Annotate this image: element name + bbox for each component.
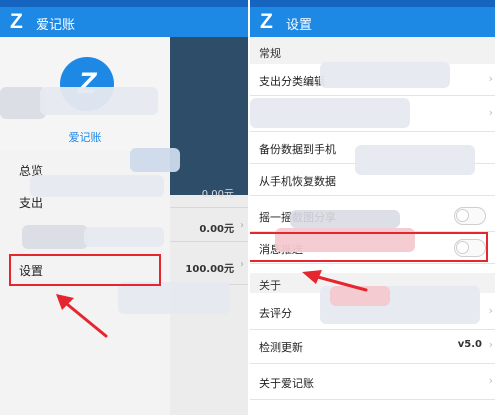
chevron-right-icon: ›: [488, 106, 493, 119]
setting-label: 去评分: [259, 307, 292, 320]
red-arrow-icon: [56, 294, 108, 338]
blurred-region: [118, 282, 230, 314]
version-value: v5.0: [457, 339, 482, 350]
setting-label: 支出分类编辑: [259, 75, 325, 88]
divider: [170, 241, 248, 242]
app-bar-title: 设置: [286, 18, 313, 33]
blurred-region: [30, 175, 164, 197]
highlight-box: [250, 232, 488, 262]
toggle-knob: [456, 209, 469, 222]
app-logo-icon[interactable]: Z: [260, 10, 273, 34]
red-arrow-icon: [302, 270, 368, 292]
app-bar: Z 设置: [250, 7, 495, 37]
setting-label: 检测更新: [259, 341, 303, 354]
shake-share-toggle[interactable]: [454, 207, 486, 225]
right-screen: Z 设置 常规 支出分类编辑 › › 备份数据到手机 从手机恢复数据 摇一摇截图…: [250, 0, 495, 415]
left-screen: Z 爱记账 0.00元 0.00元 › 100.00元 › Z 爱记账 总览 支…: [0, 0, 248, 415]
section-title: 关于: [259, 279, 281, 292]
drawer-app-name: 爱记账: [68, 131, 102, 144]
chevron-right-icon: ›: [240, 259, 244, 270]
setting-label: 备份数据到手机: [259, 143, 336, 156]
app-bar-title: 爱记账: [36, 18, 76, 33]
blurred-region: [130, 148, 180, 172]
blurred-region: [290, 210, 400, 228]
background-amount: 100.00元: [185, 264, 234, 275]
screenshot-root: Z 爱记账 0.00元 0.00元 › 100.00元 › Z 爱记账 总览 支…: [0, 0, 495, 415]
chevron-right-icon: ›: [488, 374, 493, 387]
blurred-region: [40, 87, 158, 115]
background-app-content: 0.00元 0.00元 › 100.00元 ›: [170, 37, 248, 415]
setting-label: 关于爱记账: [259, 377, 314, 390]
chevron-right-icon: ›: [488, 72, 493, 85]
chevron-right-icon: ›: [240, 220, 244, 231]
blurred-region: [250, 98, 410, 128]
status-bar: [250, 0, 495, 7]
status-bar: [0, 0, 248, 7]
section-header-general: 常规: [250, 37, 495, 64]
chevron-right-icon: ›: [488, 304, 493, 317]
divider: [170, 207, 248, 208]
blurred-region: [320, 62, 450, 88]
background-header: [170, 37, 248, 195]
setting-check-update[interactable]: 检测更新 v5.0 ›: [250, 330, 495, 364]
setting-label: 从手机恢复数据: [259, 175, 336, 188]
background-amount: 0.00元: [199, 224, 234, 235]
highlight-box: [9, 254, 161, 286]
background-amount: 0.00元: [201, 189, 234, 200]
section-title: 常规: [259, 47, 281, 60]
app-bar: Z 爱记账: [0, 7, 248, 37]
setting-about-app[interactable]: 关于爱记账 ›: [250, 364, 495, 400]
blurred-region: [84, 227, 164, 247]
blurred-region: [22, 225, 88, 249]
chevron-right-icon: ›: [488, 338, 493, 351]
app-logo-icon[interactable]: Z: [10, 10, 23, 34]
blurred-region: [355, 145, 475, 175]
